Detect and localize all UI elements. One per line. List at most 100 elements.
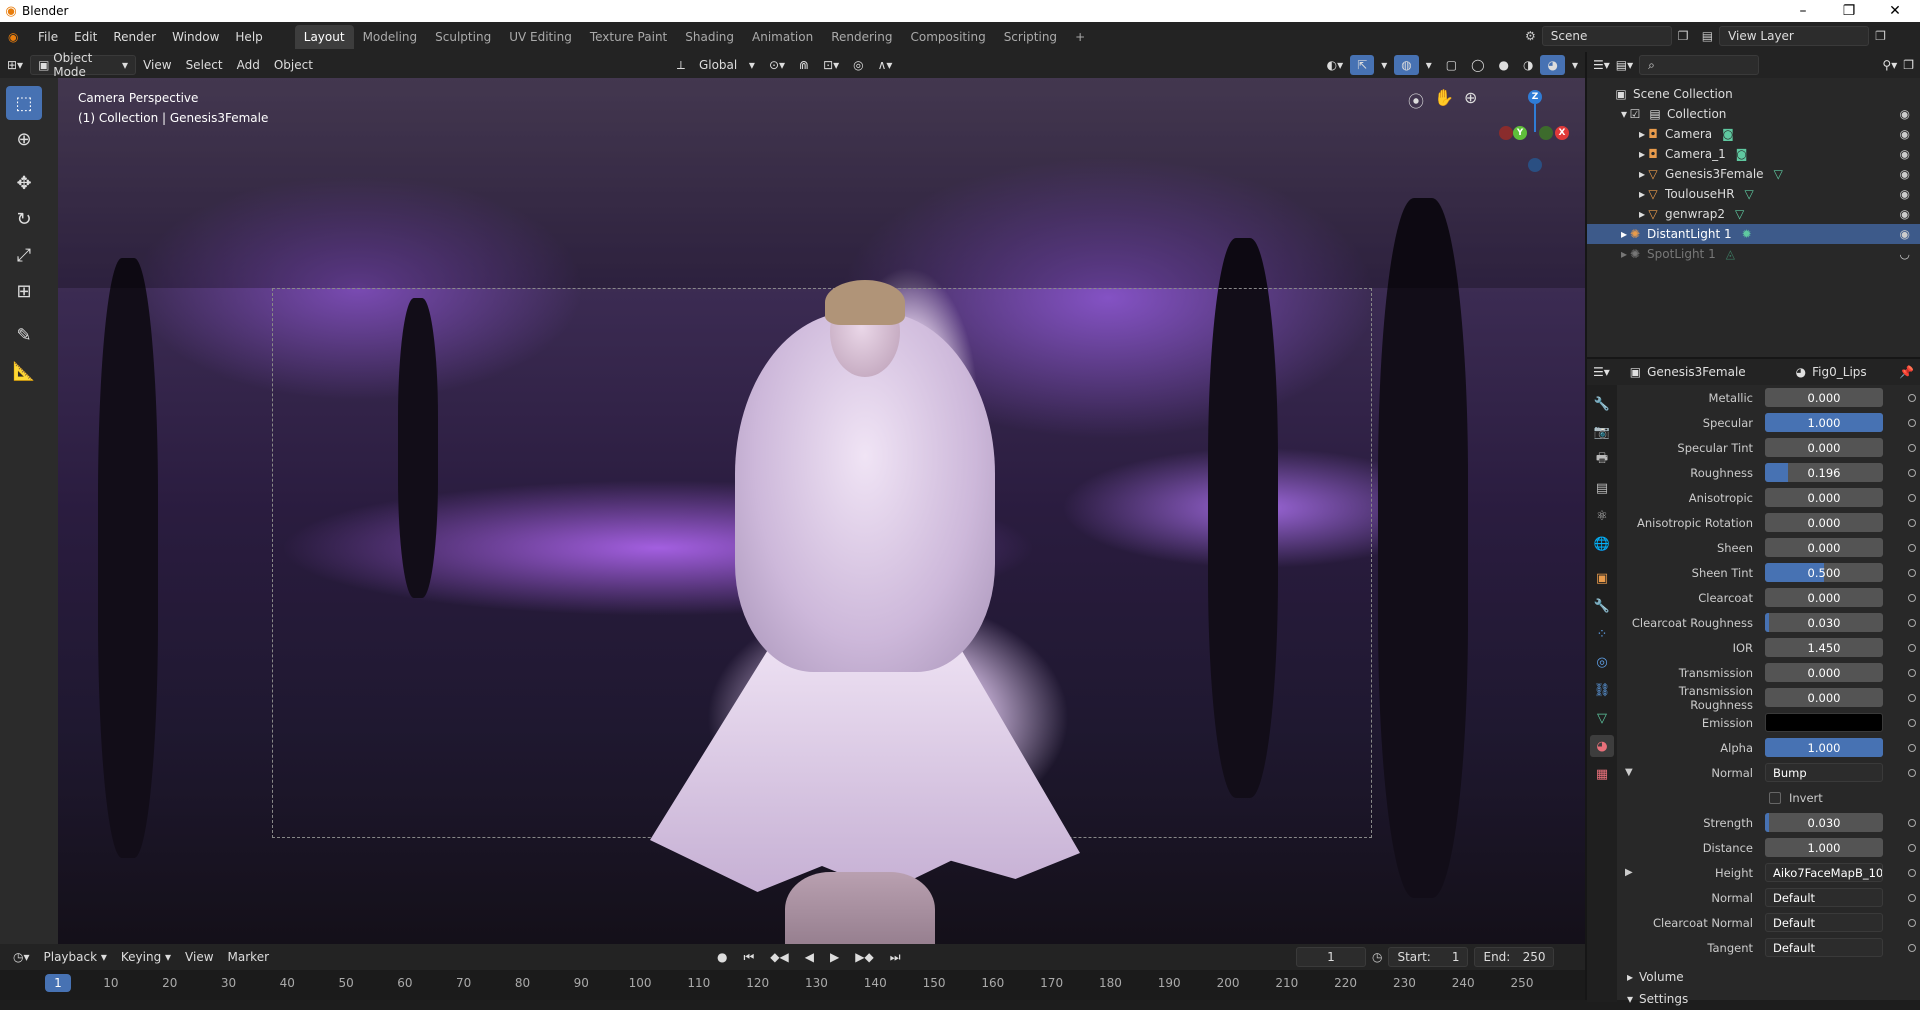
output-tab-icon[interactable]: 🖶 <box>1590 449 1614 471</box>
mesh-data-icon[interactable]: ▽ <box>1774 167 1783 181</box>
gizmo-dropdown-icon[interactable]: ▾ <box>1374 55 1394 75</box>
move-tool-icon[interactable]: ✥ <box>6 166 42 200</box>
socket-dot-icon[interactable] <box>1908 493 1916 502</box>
gizmo-toggle-icon[interactable]: ⇱ <box>1350 55 1375 75</box>
expand-arrow-icon[interactable]: ▶ <box>1625 867 1633 878</box>
menu-timeline-view[interactable]: View <box>178 947 220 967</box>
prop-slider-clearcoat-roughness[interactable]: 0.030 <box>1765 613 1883 632</box>
menu-file[interactable]: File <box>30 26 66 48</box>
outliner-scene-collection[interactable]: ▣ Scene Collection <box>1587 84 1920 104</box>
maximize-button[interactable]: ❐ <box>1826 0 1872 22</box>
menu-view[interactable]: View <box>136 55 178 75</box>
world-tab-icon[interactable]: 🌐 <box>1590 533 1614 555</box>
socket-dot-icon[interactable] <box>1908 918 1916 927</box>
gizmo-x-axis[interactable]: X <box>1555 126 1569 140</box>
new-collection-icon[interactable]: ❐ <box>1903 58 1914 72</box>
tangent-field[interactable]: Default <box>1765 938 1883 957</box>
normal-link-field[interactable]: Bump <box>1765 763 1883 782</box>
tab-scripting[interactable]: Scripting <box>995 25 1066 49</box>
xray-icon[interactable]: ▢ <box>1439 55 1464 75</box>
proportional-edit-icon[interactable]: ◎ <box>846 55 870 75</box>
menu-edit[interactable]: Edit <box>66 26 105 48</box>
gizmo-y-axis[interactable]: Y <box>1513 126 1527 140</box>
outliner-item-camera-1[interactable]: ▸ ◘ Camera_1 ◙ ◉ <box>1587 144 1920 164</box>
falloff-icon[interactable]: ∧▾ <box>871 55 900 75</box>
prop-slider-sheen[interactable]: 0.000 <box>1765 538 1883 557</box>
tab-uv-editing[interactable]: UV Editing <box>500 25 581 49</box>
socket-dot-icon[interactable] <box>1908 593 1916 602</box>
pin-icon[interactable]: 📌 <box>1899 365 1914 379</box>
3d-viewport[interactable]: ⊞▾ ▣ Object Mode ▾ View Select Add Object… <box>0 52 1585 944</box>
prop-slider-roughness[interactable]: 0.196 <box>1765 463 1883 482</box>
camera-data-icon[interactable]: ◙ <box>1722 127 1734 141</box>
camera-view-icon[interactable]: ⦿ <box>1408 88 1424 112</box>
socket-dot-icon[interactable] <box>1908 618 1916 627</box>
height-link-field[interactable]: Aiko7FaceMapB_10... <box>1765 863 1883 882</box>
socket-dot-icon[interactable] <box>1908 668 1916 677</box>
socket-dot-icon[interactable] <box>1908 943 1916 952</box>
tab-sculpting[interactable]: Sculpting <box>426 25 500 49</box>
socket-dot-icon[interactable] <box>1908 568 1916 577</box>
menu-keying[interactable]: Keying ▾ <box>114 947 178 967</box>
material-tab-icon[interactable]: ◕ <box>1590 735 1614 757</box>
socket-dot-icon[interactable] <box>1908 468 1916 477</box>
tab-layout[interactable]: Layout <box>294 25 354 49</box>
clearcoat-normal-field[interactable]: Default <box>1765 913 1883 932</box>
jump-start-icon[interactable]: ⏮ <box>736 947 761 967</box>
timeline-playhead[interactable]: 1 <box>45 974 71 992</box>
scale-tool-icon[interactable]: ⤢ <box>6 238 42 272</box>
zoom-icon[interactable]: ⊕ <box>1464 88 1477 112</box>
menu-window[interactable]: Window <box>164 26 227 48</box>
filter-icon[interactable]: ⚲▾ <box>1882 58 1897 72</box>
jump-end-icon[interactable]: ⏭ <box>883 947 908 967</box>
timeline-ruler[interactable]: 1 10 20 30 40 50 60 70 80 90 100 110 120 130 140 150 160… <box>0 970 1585 1000</box>
prop-slider-specular[interactable]: 1.000 <box>1765 413 1883 432</box>
rotate-tool-icon[interactable]: ↻ <box>6 202 42 236</box>
tab-animation[interactable]: Animation <box>743 25 822 49</box>
mode-selector[interactable]: ▣ Object Mode ▾ <box>30 52 137 79</box>
light-data-icon[interactable]: ✹ <box>1742 227 1752 241</box>
overlay-dropdown-icon[interactable]: ▾ <box>1419 55 1439 75</box>
menu-object[interactable]: Object <box>267 55 320 75</box>
prop-slider-distance[interactable]: 1.000 <box>1765 838 1883 857</box>
record-icon[interactable]: ● <box>710 947 734 967</box>
prop-slider-transmission[interactable]: 0.000 <box>1765 663 1883 682</box>
expand-arrow-icon[interactable]: ▼ <box>1625 767 1633 778</box>
scene-tab-icon[interactable]: ⚛ <box>1590 505 1614 527</box>
prop-slider-clearcoat[interactable]: 0.000 <box>1765 588 1883 607</box>
socket-dot-icon[interactable] <box>1908 768 1916 777</box>
socket-dot-icon[interactable] <box>1908 693 1916 702</box>
measure-tool-icon[interactable]: 📐 <box>6 354 42 388</box>
transform-orientation-selector[interactable]: Global ▾ <box>692 55 762 75</box>
checkbox-icon[interactable]: ☑ <box>1627 107 1643 121</box>
pivot-icon[interactable]: ⊙▾ <box>762 55 792 75</box>
tab-shading[interactable]: Shading <box>676 25 743 49</box>
socket-dot-icon[interactable] <box>1908 868 1916 877</box>
socket-dot-icon[interactable] <box>1908 718 1916 727</box>
menu-help[interactable]: Help <box>227 26 270 48</box>
add-workspace-button[interactable]: + <box>1066 25 1094 49</box>
timeline-editor-type-icon[interactable]: ◷▾ <box>6 947 37 967</box>
socket-dot-icon[interactable] <box>1908 843 1916 852</box>
socket-dot-icon[interactable] <box>1908 518 1916 527</box>
close-button[interactable]: ✕ <box>1872 0 1918 22</box>
data-tab-icon[interactable]: ▽ <box>1590 707 1614 729</box>
minimize-button[interactable]: – <box>1780 0 1826 22</box>
mesh-data-icon[interactable]: ▽ <box>1745 187 1754 201</box>
end-frame-field[interactable]: End: 250 <box>1474 947 1555 967</box>
camera-data-icon[interactable]: ◙ <box>1736 147 1748 161</box>
socket-dot-icon[interactable] <box>1908 443 1916 452</box>
hidden-eye-icon[interactable]: ◡ <box>1900 247 1910 261</box>
prop-slider-metallic[interactable]: 0.000 <box>1765 388 1883 407</box>
pan-hand-icon[interactable]: ✋ <box>1434 88 1454 112</box>
menu-add[interactable]: Add <box>230 55 267 75</box>
menu-marker[interactable]: Marker <box>221 947 276 967</box>
object-tab-icon[interactable]: ▣ <box>1590 567 1614 589</box>
shading-dropdown-icon[interactable]: ▾ <box>1565 55 1585 75</box>
select-box-tool-icon[interactable]: ⬚ <box>6 86 42 120</box>
current-frame-field[interactable]: 1 <box>1296 947 1366 967</box>
play-icon[interactable]: ▶ <box>823 947 846 967</box>
panel-volume[interactable]: ▸ Volume <box>1621 966 1920 988</box>
outliner-item-toulousehr[interactable]: ▸ ▽ ToulouseHR ▽ ◉ <box>1587 184 1920 204</box>
editor-type-icon[interactable]: ⊞▾ <box>0 55 30 75</box>
